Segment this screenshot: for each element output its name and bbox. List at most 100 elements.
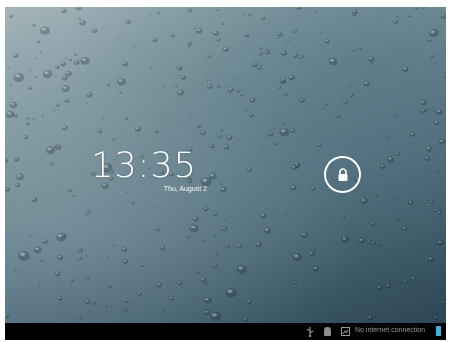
raindrop [61,8,67,14]
connection-status-text[interactable]: No internet connection [355,327,425,334]
raindrop [29,69,32,72]
raindrop [84,213,88,216]
raindrop [65,70,72,77]
raindrop [7,67,10,70]
raindrop [324,38,330,44]
raindrop [5,158,9,164]
battery-icon[interactable] [436,326,441,336]
raindrop [190,115,193,118]
raindrop [404,244,408,247]
raindrop [431,276,434,278]
raindrop [240,272,244,275]
raindrop [134,71,137,73]
raindrop [27,86,33,90]
raindrop [240,93,244,97]
raindrop [112,244,116,247]
raindrop [202,239,206,242]
raindrop [210,311,222,322]
raindrop [370,240,376,246]
raindrop [412,26,415,28]
raindrop [324,102,329,106]
raindrop [29,234,32,237]
raindrop [288,74,295,81]
usb-icon[interactable] [306,327,314,337]
raindrop [62,125,68,131]
raindrop [233,76,237,79]
raindrop [370,221,376,227]
raindrop [121,308,124,310]
raindrop [342,235,347,239]
raindrop [73,52,78,56]
raindrop [221,22,225,25]
raindrop [13,268,17,272]
raindrop [78,17,81,20]
raindrop [213,234,217,238]
raindrop [134,126,142,132]
raindrop [271,214,274,217]
raindrop [86,92,93,98]
raindrop [277,85,282,90]
raindrop [256,65,263,70]
raindrop [45,146,56,155]
raindrop [284,212,288,216]
raindrop [443,74,446,79]
raindrop [369,61,373,65]
raindrop [236,304,239,306]
raindrop [161,308,166,312]
raindrop [57,296,63,301]
raindrop [168,296,175,301]
unlock-handle[interactable] [324,156,361,193]
raindrop [277,31,284,37]
raindrop [65,57,68,60]
raindrop [223,144,230,150]
raindrop [121,246,128,252]
raindrop [18,250,30,261]
raindrop [214,252,219,256]
raindrop [203,206,209,212]
raindrop [327,56,330,59]
raindrop [106,83,111,87]
raindrop [374,193,379,198]
raindrop [85,254,87,257]
raindrop [159,116,162,119]
raindrop [259,52,264,56]
raindrop [292,29,298,33]
raindrop [279,127,290,137]
raindrop [383,185,387,189]
raindrop [213,264,219,269]
raindrop [109,305,113,309]
raindrop [398,185,401,188]
raindrop [299,55,304,59]
raindrop [262,145,265,148]
raindrop [286,39,290,42]
raindrop [263,135,267,139]
raindrop [53,109,56,112]
android-debug-icon[interactable] [323,327,332,337]
raindrop [227,87,234,93]
raindrop [106,256,110,259]
raindrop [440,14,446,20]
raindrop [407,200,414,206]
raindrop [273,297,276,300]
raindrop [133,45,136,48]
raindrop [9,14,14,19]
raindrop [187,44,191,48]
raindrop [396,217,400,221]
raindrop [287,302,290,305]
raindrop [343,100,348,105]
raindrop [207,54,212,59]
raindrop [428,29,439,38]
raindrop [425,146,433,152]
raindrop [144,295,148,298]
clock-date: Thu, August 2 [163,186,207,193]
raindrop [61,233,67,238]
raindrop [13,72,25,83]
raindrop [292,8,295,11]
raindrop [150,66,153,69]
screenshot-notification-icon[interactable] [341,327,350,336]
raindrop [54,75,57,78]
raindrop [177,281,183,286]
raindrop [255,241,262,248]
raindrop [309,251,316,257]
raindrop [70,278,75,283]
